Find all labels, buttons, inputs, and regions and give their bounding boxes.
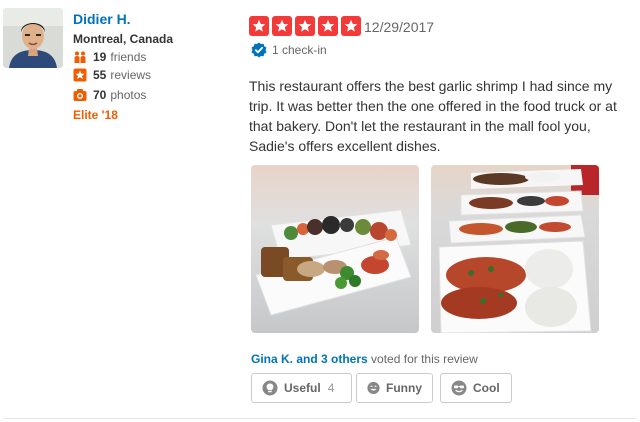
camera-icon	[73, 89, 87, 101]
user-avatar[interactable]	[3, 8, 63, 68]
star-icon	[318, 16, 338, 36]
checkin-info: 1 check-in	[251, 42, 327, 58]
review-photo-1[interactable]	[251, 165, 419, 333]
funny-label: Funny	[386, 381, 422, 395]
user-location: Montreal, Canada	[73, 32, 174, 46]
star-icon	[341, 16, 361, 36]
funny-face-icon	[367, 381, 380, 395]
star-rating	[249, 16, 361, 36]
reviews-label: reviews	[110, 68, 152, 82]
review-date: 12/29/2017	[364, 19, 435, 35]
vote-summary: Gina K. and 3 others voted for this revi…	[251, 352, 478, 366]
review-text: This restaurant offers the best garlic s…	[249, 78, 617, 154]
star-icon	[249, 16, 269, 36]
photos-label: photos	[110, 88, 147, 102]
cool-button[interactable]: Cool	[440, 373, 512, 403]
food-plate-photo	[251, 165, 419, 333]
friends-stat: 19 friends	[73, 50, 146, 64]
user-name-link[interactable]: Didier H.	[73, 11, 131, 27]
vote-summary-suffix: voted for this review	[371, 352, 478, 366]
cool-label: Cool	[473, 381, 500, 395]
useful-button[interactable]: Useful 4	[251, 373, 352, 403]
cool-sunglasses-icon	[451, 380, 467, 396]
photos-count: 70	[93, 88, 107, 102]
review-star-icon	[73, 68, 87, 82]
friends-icon	[74, 51, 86, 63]
useful-label: Useful	[284, 381, 321, 395]
funny-button[interactable]: Funny	[356, 373, 433, 403]
voters-link[interactable]: Gina K. and 3 others	[251, 352, 368, 366]
reviews-count: 55	[93, 68, 107, 82]
shrimp-plate-photo	[431, 165, 599, 333]
star-icon	[272, 16, 292, 36]
elite-badge[interactable]: Elite '18	[73, 108, 118, 122]
lightbulb-icon	[262, 380, 278, 396]
useful-count: 4	[327, 381, 335, 395]
photos-stat: 70 photos	[73, 88, 146, 102]
friends-count: 19	[93, 50, 107, 64]
checkin-badge-icon	[251, 42, 267, 58]
review-photo-2[interactable]	[431, 165, 599, 333]
avatar-photo	[3, 8, 63, 68]
review-divider	[4, 418, 636, 419]
friends-label: friends	[110, 50, 147, 64]
checkin-label: 1 check-in	[272, 43, 327, 57]
reviews-stat: 55 reviews	[73, 68, 151, 82]
star-icon	[295, 16, 315, 36]
